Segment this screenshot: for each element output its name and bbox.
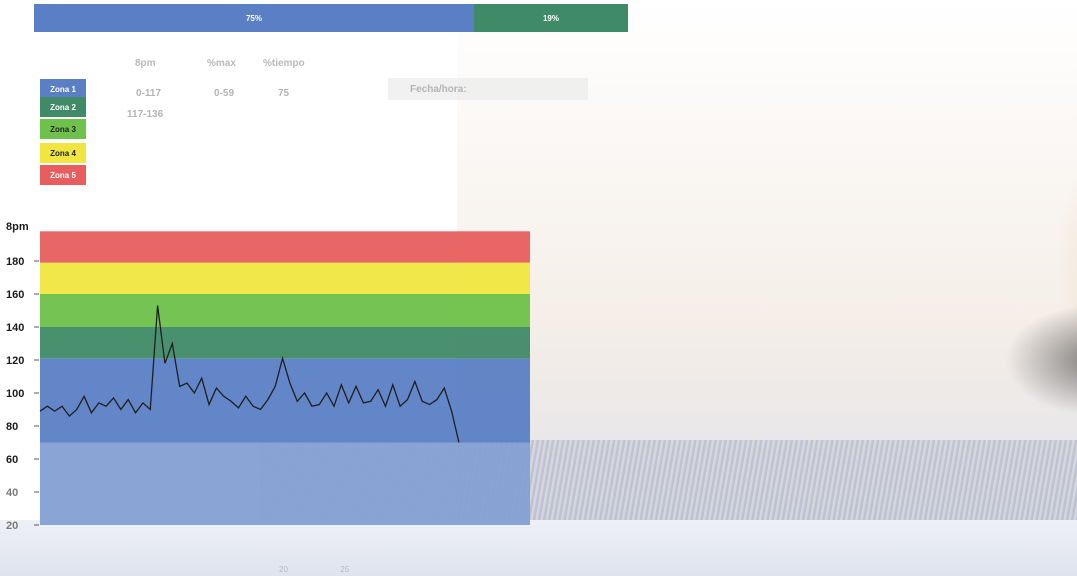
table-cell: 0-117 (136, 88, 162, 99)
percent-label-zone2: 19% (542, 13, 559, 23)
y-tick-label: 40 (6, 487, 18, 499)
date-time-panel: Fecha/hora: (388, 78, 588, 100)
zone-1-label: Zona 1 (50, 84, 76, 94)
zone-4-label: Zona 4 (50, 148, 76, 158)
date-time-label: Fecha/hora: (410, 84, 467, 95)
y-tick-label: 80 (6, 421, 18, 433)
zone-4-tag: Zona 4 (40, 143, 86, 163)
column-header-max: %max (207, 58, 236, 69)
chart-stage: 20 40 60 80 100 120 140 160 180 20 25 8pm 75% 19%… (0, 0, 1077, 576)
band-fade (40, 442, 530, 525)
y-axis: 20 40 60 80 100 120 140 160 180 (6, 256, 39, 532)
zone-band-3 (40, 294, 530, 327)
y-tick-label: 100 (6, 388, 24, 400)
table-cell: 117-136 (127, 109, 164, 120)
y-tick-label: 60 (6, 454, 18, 466)
table-cell: 75 (278, 88, 290, 99)
column-header-bpm: 8pm (135, 58, 156, 69)
zone-2-tag: Zona 2 (40, 97, 86, 117)
zone-bands (40, 231, 530, 525)
zone-5-tag: Zona 5 (40, 165, 86, 185)
zone-1-tag: Zona 1 (40, 79, 86, 99)
zone-3-label: Zona 3 (50, 124, 76, 134)
column-header-time: %tiempo (263, 58, 305, 69)
zone-3-tag: Zona 3 (40, 119, 86, 139)
zone-band-4 (40, 262, 530, 294)
y-tick-label: 140 (6, 322, 24, 334)
x-tick-label: 20 (279, 565, 288, 574)
zone-5-label: Zona 5 (50, 170, 76, 180)
percent-segment-zone1: 75% (34, 4, 474, 32)
zone-band-5 (40, 231, 530, 263)
zone-2-label: Zona 2 (50, 102, 76, 112)
x-axis: 20 25 (279, 565, 350, 574)
y-axis-label: 8pm (6, 221, 29, 233)
y-tick-label: 20 (6, 520, 18, 532)
y-tick-label: 120 (6, 355, 24, 367)
y-tick-label: 180 (6, 256, 24, 268)
y-tick-label: 160 (6, 289, 24, 301)
table-cell: 0-59 (214, 88, 235, 99)
percent-segment-zone2: 19% (474, 4, 628, 32)
x-tick-label: 25 (340, 565, 349, 574)
percent-label-zone1: 75% (245, 13, 262, 23)
zone-band-2 (40, 327, 530, 359)
